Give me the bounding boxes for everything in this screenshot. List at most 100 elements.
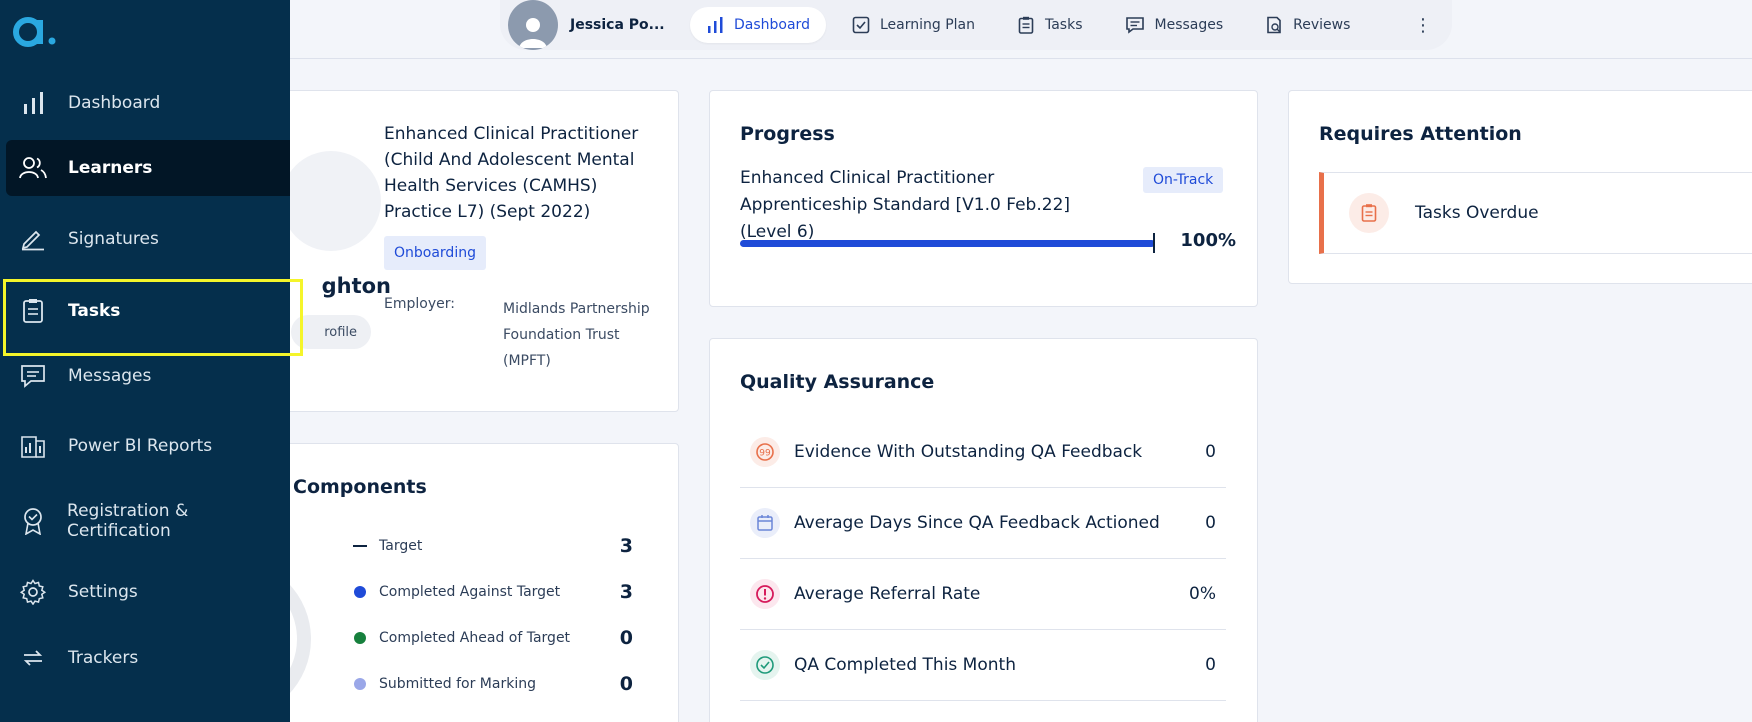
attention-item-label: Tasks Overdue [1415, 203, 1539, 223]
report-icon [18, 431, 48, 461]
sidebar-item-registration-certification[interactable]: Registration & Certification [6, 493, 290, 549]
on-track-badge: On-Track [1143, 167, 1224, 193]
components-row-target: Target 3 [353, 535, 633, 557]
qa-row-referral-rate[interactable]: Average Referral Rate 0% [740, 559, 1226, 630]
tab-label: Messages [1154, 17, 1224, 33]
components-row-value: 0 [619, 627, 633, 649]
users-icon [18, 153, 48, 183]
user-icon [519, 18, 547, 48]
attention-title: Requires Attention [1319, 123, 1522, 145]
sidebar-item-trackers[interactable]: Trackers [6, 630, 290, 686]
chart-bars-icon [708, 17, 723, 33]
avatar[interactable] [508, 0, 558, 50]
check-circle-icon [750, 650, 780, 680]
tab-label: Dashboard [734, 17, 810, 33]
employer-value: Midlands Partnership Foundation Trust (M… [503, 301, 650, 369]
components-row-value: 3 [619, 535, 633, 557]
clipboard-icon [1349, 193, 1389, 233]
qa-row-value: 0 [1205, 513, 1216, 533]
chat-icon [18, 361, 48, 391]
qa-row-value: 0 [1205, 442, 1216, 462]
arrows-icon [18, 643, 48, 673]
view-profile-button[interactable]: rofile [291, 315, 371, 349]
components-card: Components Target 3 Completed Against Ta… [230, 443, 679, 722]
tab-reviews[interactable]: Reviews [1249, 7, 1366, 43]
components-row-label: Completed Ahead of Target [379, 630, 571, 646]
gear-icon [18, 577, 48, 607]
alert-icon [750, 579, 780, 609]
clipboard-icon [1018, 16, 1034, 34]
sidebar-item-label: Signatures [68, 229, 159, 249]
sidebar: Dashboard Learners Signatures Tasks Mess… [0, 0, 290, 722]
sidebar-item-settings[interactable]: Settings [6, 564, 290, 620]
progress-title: Progress [740, 123, 835, 145]
qa-title: Quality Assurance [740, 371, 935, 393]
sidebar-item-label: Dashboard [68, 93, 161, 113]
checkbox-icon [852, 16, 870, 34]
sidebar-item-label: Settings [68, 582, 138, 602]
sidebar-item-dashboard[interactable]: Dashboard [6, 75, 290, 131]
top-navigation: Jessica Po... Dashboard Learning Plan Ta… [500, 0, 1452, 50]
tab-learning-plan[interactable]: Learning Plan [836, 7, 991, 43]
user-name[interactable]: Jessica Po... [570, 17, 680, 33]
chart-bars-icon [18, 88, 48, 118]
legend-dot [353, 678, 367, 690]
tasks-overdue-item[interactable]: Tasks Overdue [1319, 172, 1752, 254]
tab-label: Tasks [1044, 17, 1083, 33]
components-row-value: 0 [619, 673, 633, 695]
sidebar-item-messages[interactable]: Messages [6, 348, 290, 404]
app-logo[interactable] [12, 10, 58, 54]
sidebar-item-label: Power BI Reports [68, 436, 213, 456]
components-row-label: Completed Against Target [379, 584, 561, 600]
sidebar-item-learners[interactable]: Learners [6, 140, 290, 196]
qa-row-label: Average Referral Rate [794, 584, 981, 604]
progress-card: Progress Enhanced Clinical Practitioner … [709, 90, 1258, 307]
progress-bar-fill [740, 240, 1155, 247]
learner-photo-placeholder [281, 151, 381, 251]
tab-label: Reviews [1293, 17, 1351, 33]
qa-row-label: Evidence With Outstanding QA Feedback [794, 442, 1143, 462]
components-title: Components [293, 476, 427, 498]
tab-messages[interactable]: Messages [1109, 7, 1240, 43]
qa-row-outstanding-feedback[interactable]: 99 Evidence With Outstanding QA Feedback… [740, 417, 1226, 488]
tab-label: Learning Plan [879, 17, 975, 33]
badge-icon [18, 506, 47, 536]
components-row-submitted: Submitted for Marking 0 [353, 673, 633, 695]
qa-row-value: 0% [1189, 584, 1216, 604]
components-row-label: Submitted for Marking [379, 676, 536, 692]
calendar-icon [750, 508, 780, 538]
progress-course-title[interactable]: Enhanced Clinical Practitioner Apprentic… [740, 165, 1110, 246]
employer-label: Employer: [384, 296, 455, 312]
sidebar-item-power-bi-reports[interactable]: Power BI Reports [6, 418, 290, 474]
qa-row-value: 0 [1205, 655, 1216, 675]
legend-dot [353, 586, 367, 598]
sidebar-item-signatures[interactable]: Signatures [6, 211, 290, 267]
legend-line-marker [353, 544, 367, 548]
qa-row-label: QA Completed This Month [794, 655, 1016, 675]
components-row-label: Target [379, 538, 423, 554]
qa-row-completed-this-month[interactable]: QA Completed This Month 0 [740, 630, 1226, 701]
pen-icon [18, 224, 48, 254]
sidebar-item-label: Learners [68, 158, 153, 178]
legend-dot [353, 632, 367, 644]
learner-summary-card: ghton rofile Enhanced Clinical Practitio… [230, 90, 679, 412]
qa-row-label: Average Days Since QA Feedback Actioned [794, 513, 1160, 533]
tab-dashboard[interactable]: Dashboard [690, 7, 826, 43]
components-row-completed-against: Completed Against Target 3 [353, 581, 633, 603]
requires-attention-card: Requires Attention Tasks Overdue [1288, 90, 1752, 284]
components-row-value: 3 [619, 581, 633, 603]
svg-text:99: 99 [759, 449, 771, 459]
tab-tasks[interactable]: Tasks [1001, 7, 1099, 43]
sidebar-item-label: Trackers [68, 648, 139, 668]
progress-target-marker [1153, 233, 1155, 253]
qa-row-average-days[interactable]: Average Days Since QA Feedback Actioned … [740, 488, 1226, 559]
quality-assurance-card: Quality Assurance 99 Evidence With Outst… [709, 338, 1258, 722]
more-options-icon[interactable]: ⋮ [1414, 15, 1432, 36]
sidebar-item-label: Messages [68, 366, 152, 386]
status-badge: Onboarding [384, 236, 486, 270]
components-row-completed-ahead: Completed Ahead of Target 0 [353, 627, 633, 649]
learner-course-title: Enhanced Clinical Practitioner (Child An… [384, 124, 639, 222]
sidebar-item-label: Registration & Certification [67, 501, 189, 541]
focus-highlight [3, 279, 303, 356]
review-icon [1267, 16, 1281, 34]
